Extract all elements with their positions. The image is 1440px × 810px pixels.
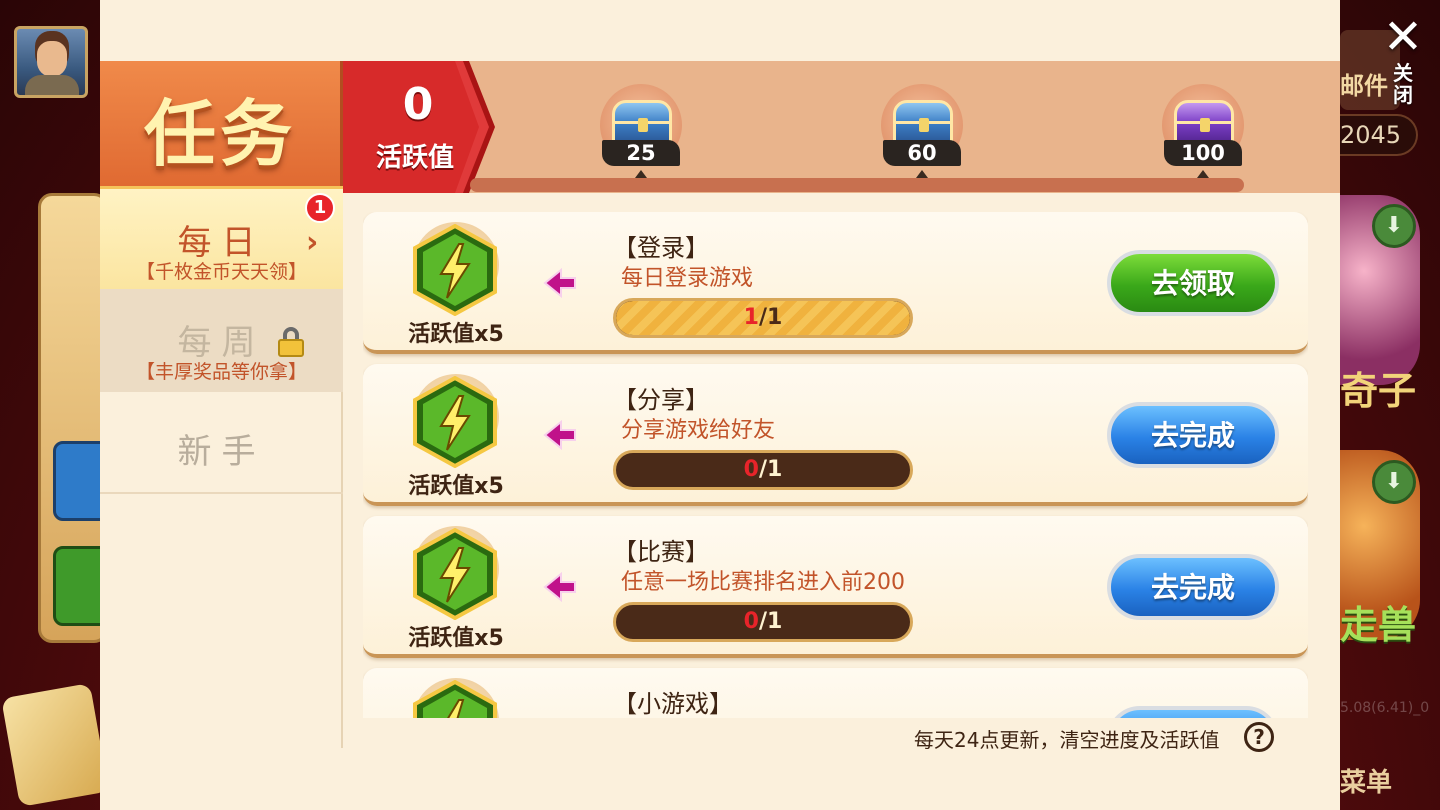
progress-current: 0 <box>743 609 759 634</box>
activity-energy-icon <box>409 678 501 718</box>
task-card-match: 活跃值x5 【比赛】 任意一场比赛排名进入前200 0/1 去完成 <box>363 516 1308 658</box>
lock-icon <box>278 327 304 357</box>
version-text: 5.08(6.41)_0 <box>1340 700 1430 716</box>
task-card-share: 活跃值x5 【分享】 分享游戏给好友 0/1 去完成 <box>363 364 1308 506</box>
reset-note: 每天24点更新，清空进度及活跃值 <box>914 728 1220 752</box>
chest-threshold: 25 <box>602 140 680 166</box>
task-reward: 活跃值x5 <box>408 626 504 651</box>
chest-threshold: 60 <box>883 140 961 166</box>
task-card-minigame: 【小游戏】 <box>363 668 1308 718</box>
lightning-hex-icon <box>413 528 497 620</box>
progress-text: 0/1 <box>616 605 910 639</box>
avatar-shirt <box>25 75 79 95</box>
reward-chest-100[interactable]: 100 <box>1156 84 1246 178</box>
close-label: 关 闭 <box>1393 61 1413 107</box>
lightning-hex-icon <box>413 224 497 316</box>
close-icon: ✕ <box>1382 9 1424 65</box>
activity-energy-icon <box>409 222 501 316</box>
claim-button[interactable]: 去领取 <box>1107 250 1279 316</box>
progress-current: 1 <box>743 305 759 330</box>
task-description: 任意一场比赛排名进入前200 <box>621 570 905 595</box>
progress-current: 0 <box>743 457 759 482</box>
task-title: 【比赛】 <box>613 538 709 566</box>
arrow-left-icon <box>543 572 576 602</box>
reward-chest-60[interactable]: 60 <box>875 84 965 178</box>
task-title: 【分享】 <box>613 386 709 414</box>
activity-value-badge: 0 活跃值 <box>343 61 498 193</box>
tab-daily[interactable]: 每日 【千枚金币天天领】 › 1 <box>100 186 343 289</box>
player-avatar[interactable] <box>14 26 88 98</box>
progress-text: 0/1 <box>616 453 910 487</box>
progress-total: /1 <box>758 609 783 634</box>
activity-energy-icon <box>409 526 501 620</box>
chest-marker-icon <box>1197 170 1209 178</box>
lobby-left-panel <box>38 193 113 643</box>
tab-newbie-label: 新手 <box>177 432 266 472</box>
chevron-right-icon: › <box>306 225 319 260</box>
arrow-left-icon <box>543 420 576 450</box>
task-modal: 任务 0 活跃值 25 60 100 每日 【千枚金币天天领】 › 1 每周 【… <box>100 0 1340 810</box>
task-reward: 活跃值x5 <box>408 322 504 347</box>
go-complete-button[interactable]: 去完成 <box>1107 554 1279 620</box>
task-list[interactable]: 活跃值x5 【登录】 每日登录游戏 1/1 去领取 活跃值x5 【分享】 分享游… <box>363 212 1308 718</box>
download-icon[interactable]: ⬇ <box>1372 204 1416 248</box>
chest-lock-icon <box>1200 118 1210 132</box>
activity-value: 0 <box>402 79 434 130</box>
task-title-box: 任务 <box>100 61 343 186</box>
task-progress-bar: 0/1 <box>613 602 913 642</box>
menu-label[interactable]: 菜单 <box>1340 762 1392 799</box>
go-complete-button[interactable] <box>1107 706 1279 718</box>
task-card-login: 活跃值x5 【登录】 每日登录游戏 1/1 去领取 <box>363 212 1308 354</box>
activity-label: 活跃值 <box>375 143 454 173</box>
task-title: 【登录】 <box>613 234 709 262</box>
close-button[interactable]: ✕ 关 闭 <box>1378 12 1428 112</box>
chest-lock-icon <box>919 118 929 132</box>
lightning-hex-icon <box>413 376 497 468</box>
tab-weekly-subtitle: 【丰厚奖品等你拿】 <box>135 361 307 383</box>
game-tile-2-title: 走兽 <box>1340 603 1417 647</box>
lightning-hex-icon <box>413 680 497 718</box>
task-title: 【小游戏】 <box>613 690 733 718</box>
activity-progress-track <box>470 178 1244 192</box>
progress-total: /1 <box>758 305 783 330</box>
tab-weekly[interactable]: 每周 【丰厚奖品等你拿】 <box>100 289 343 392</box>
task-category-sidebar: 每日 【千枚金币天天领】 › 1 每周 【丰厚奖品等你拿】 新手 <box>100 186 343 748</box>
tab-daily-subtitle: 【千枚金币天天领】 <box>135 261 307 283</box>
progress-text: 1/1 <box>616 301 910 335</box>
chest-marker-icon <box>635 170 647 178</box>
activity-energy-icon <box>409 374 501 468</box>
avatar-face <box>37 41 67 77</box>
task-progress-bar: 0/1 <box>613 450 913 490</box>
chest-marker-icon <box>916 170 928 178</box>
go-complete-button[interactable]: 去完成 <box>1107 402 1279 468</box>
task-description: 每日登录游戏 <box>621 266 754 291</box>
task-description: 分享游戏给好友 <box>621 418 776 443</box>
tab-newbie[interactable]: 新手 <box>100 392 343 494</box>
coin-counter: 2045 <box>1340 114 1418 156</box>
game-tile-1-title: 奇子 <box>1340 369 1417 413</box>
page-title: 任务 <box>143 91 296 176</box>
progress-total: /1 <box>758 457 783 482</box>
help-icon[interactable]: ? <box>1244 722 1274 752</box>
lobby-card-decoration <box>1 683 109 807</box>
task-progress-bar: 1/1 <box>613 298 913 338</box>
reward-chest-25[interactable]: 25 <box>594 84 684 178</box>
download-icon[interactable]: ⬇ <box>1372 460 1416 504</box>
notification-badge: 1 <box>305 193 335 223</box>
modal-top-strip <box>100 0 1340 61</box>
task-reward: 活跃值x5 <box>408 474 504 499</box>
arrow-left-icon <box>543 268 576 298</box>
chest-threshold: 100 <box>1164 140 1242 166</box>
lock-body <box>278 339 304 357</box>
chest-lock-icon <box>638 118 648 132</box>
